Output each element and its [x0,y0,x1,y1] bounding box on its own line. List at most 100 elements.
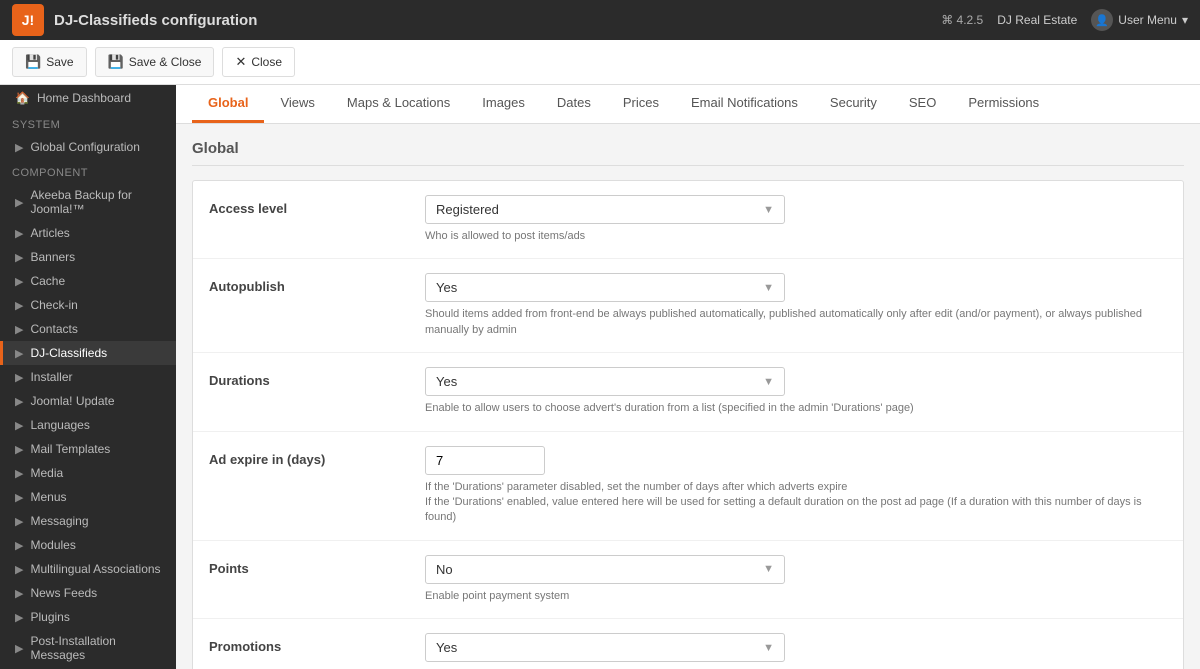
sidebar-item-installer[interactable]: ▶ Installer [0,365,176,389]
points-description: Enable point payment system [425,589,1167,604]
sidebar-item-cache[interactable]: ▶ Cache [0,269,176,293]
sidebar-item-label: Cache [30,274,65,288]
chevron-right-icon: ▶ [15,196,23,209]
chevron-right-icon: ▶ [15,371,23,384]
access-level-label: Access level [209,195,409,216]
save-button[interactable]: 💾 Save [12,47,87,77]
sidebar-item-home[interactable]: 🏠 Home Dashboard [0,85,176,111]
sidebar-item-akeeba[interactable]: ▶ Akeeba Backup for Joomla!™ [0,183,176,221]
version-badge: ⌘ 4.2.5 [941,13,983,27]
sidebar-item-languages[interactable]: ▶ Languages [0,413,176,437]
sidebar-item-label: News Feeds [30,586,97,600]
tab-dates[interactable]: Dates [541,85,607,123]
sidebar-item-dj-classifieds[interactable]: ▶ DJ-Classifieds [0,341,176,365]
autopublish-dropdown[interactable]: Yes ▼ [425,273,785,302]
user-menu[interactable]: 👤 User Menu ▾ [1091,9,1188,31]
config-section: Global Access level Registered ▼ Who is … [176,124,1200,669]
close-button[interactable]: ✕ Close [222,47,295,77]
tab-images[interactable]: Images [466,85,541,123]
durations-control: Yes ▼ Enable to allow users to choose ad… [425,367,1167,416]
sidebar-item-label: Installer [30,370,72,384]
sidebar-item-plugins[interactable]: ▶ Plugins [0,605,176,629]
topbar-left: J! DJ-Classifieds configuration [12,4,257,36]
sidebar-item-label: Media [30,466,63,480]
tab-security[interactable]: Security [814,85,893,123]
chevron-right-icon: ▶ [15,515,23,528]
chevron-right-icon: ▶ [15,251,23,264]
tab-email-notifications[interactable]: Email Notifications [675,85,814,123]
durations-dropdown[interactable]: Yes ▼ [425,367,785,396]
config-row-autopublish: Autopublish Yes ▼ Should items added fro… [193,259,1183,353]
ad-expire-control: If the 'Durations' parameter disabled, s… [425,446,1167,526]
chevron-right-icon: ▶ [15,275,23,288]
ad-expire-input[interactable] [425,446,545,475]
tab-global[interactable]: Global [192,85,264,123]
joomla-logo: J! [12,4,44,36]
durations-value: Yes [436,374,457,389]
durations-label: Durations [209,367,409,388]
sidebar-item-messaging[interactable]: ▶ Messaging [0,509,176,533]
save-close-button[interactable]: 💾 Save & Close [95,47,215,77]
dropdown-arrow-icon: ▼ [763,204,774,216]
chevron-right-icon: ▶ [15,395,23,408]
sidebar-item-label: DJ-Classifieds [30,346,107,360]
access-level-dropdown[interactable]: Registered ▼ [425,195,785,224]
sidebar-section-title-system: System [0,111,176,135]
sidebar-item-news-feeds[interactable]: ▶ News Feeds [0,581,176,605]
content-area: GlobalViewsMaps & LocationsImagesDatesPr… [176,85,1200,669]
tab-seo[interactable]: SEO [893,85,952,123]
sidebar-item-joomla-update[interactable]: ▶ Joomla! Update [0,389,176,413]
sidebar-item-banners[interactable]: ▶ Banners [0,245,176,269]
chevron-right-icon: ▶ [15,347,23,360]
tab-permissions[interactable]: Permissions [952,85,1055,123]
sidebar-item-check-in[interactable]: ▶ Check-in [0,293,176,317]
chevron-right-icon: ▶ [15,141,23,154]
promotions-dropdown[interactable]: Yes ▼ [425,633,785,662]
points-control: No ▼ Enable point payment system [425,555,1167,604]
tab-prices[interactable]: Prices [607,85,675,123]
points-dropdown[interactable]: No ▼ [425,555,785,584]
config-row-points: Points No ▼ Enable point payment system [193,541,1183,619]
sidebar-item-multilingual-associations[interactable]: ▶ Multilingual Associations [0,557,176,581]
config-row-durations: Durations Yes ▼ Enable to allow users to… [193,353,1183,431]
chevron-right-icon: ▶ [15,443,23,456]
autopublish-label: Autopublish [209,273,409,294]
sidebar-item-post-installation-messages[interactable]: ▶ Post-Installation Messages [0,629,176,667]
sidebar-section-title-component: Component [0,159,176,183]
home-label: Home Dashboard [37,91,131,105]
sidebar-item-media[interactable]: ▶ Media [0,461,176,485]
sidebar-item-label: Check-in [30,298,77,312]
sidebar-item-label: Menus [30,490,66,504]
promotions-control: Yes ▼ Allow users to attach Promotions t… [425,633,1167,669]
sidebar-item-label: Languages [30,418,89,432]
sidebar-item-label: Mail Templates [30,442,110,456]
tab-maps-locations[interactable]: Maps & Locations [331,85,466,123]
close-icon: ✕ [235,54,246,70]
chevron-right-icon: ▶ [15,227,23,240]
chevron-right-icon: ▶ [15,611,23,624]
sidebar-item-contacts[interactable]: ▶ Contacts [0,317,176,341]
access-level-description: Who is allowed to post items/ads [425,229,1167,244]
topbar-right: ⌘ 4.2.5 DJ Real Estate 👤 User Menu ▾ [941,9,1188,31]
tab-views[interactable]: Views [264,85,330,123]
user-menu-label: User Menu [1118,13,1177,27]
sidebar-item-global-configuration[interactable]: ▶ Global Configuration [0,135,176,159]
save-close-icon: 💾 [108,54,124,70]
user-avatar-icon: 👤 [1091,9,1113,31]
sidebar-item-mail-templates[interactable]: ▶ Mail Templates [0,437,176,461]
points-value: No [436,562,453,577]
chevron-right-icon: ▶ [15,299,23,312]
chevron-right-icon: ▶ [15,467,23,480]
chevron-right-icon: ▶ [15,323,23,336]
topbar: J! DJ-Classifieds configuration ⌘ 4.2.5 … [0,0,1200,40]
promotions-value: Yes [436,640,457,655]
access-level-value: Registered [436,202,499,217]
dropdown-arrow-icon: ▼ [763,563,774,575]
sidebar-item-articles[interactable]: ▶ Articles [0,221,176,245]
sidebar-item-modules[interactable]: ▶ Modules [0,533,176,557]
sidebar-item-menus[interactable]: ▶ Menus [0,485,176,509]
dropdown-arrow-icon: ▼ [763,282,774,294]
access-level-control: Registered ▼ Who is allowed to post item… [425,195,1167,244]
config-row-ad-expire: Ad expire in (days) If the 'Durations' p… [193,432,1183,541]
autopublish-description: Should items added from front-end be alw… [425,307,1167,338]
